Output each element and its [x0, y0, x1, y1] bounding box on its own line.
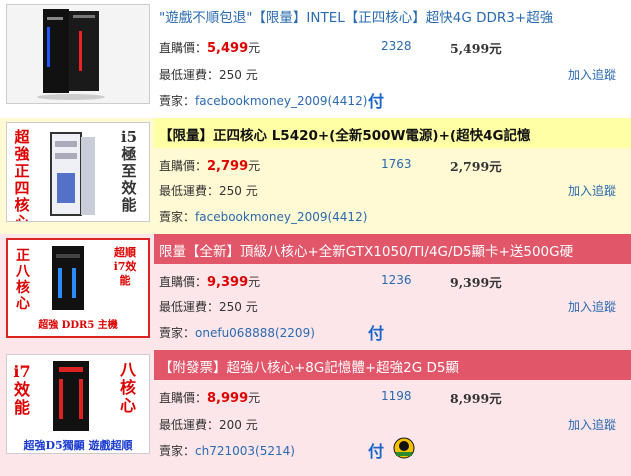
direct-price-label: 直購價：: [159, 391, 208, 405]
shipping-row: 最低運費：250 元: [159, 182, 258, 199]
thumb-right-text: i5極至效能: [120, 128, 138, 214]
shipping-label: 最低運費：: [159, 418, 220, 432]
payment-badge-icon: 付: [368, 324, 385, 343]
shipping-label: 最低運費：: [159, 184, 220, 198]
bid-count[interactable]: 1763: [381, 157, 412, 171]
product-thumbnail[interactable]: i7效能 八核心 超強D5獨顯 遊戲超順: [6, 354, 150, 454]
thumb-right-text: 八核心: [119, 360, 136, 415]
payment-badge-icon: 付: [368, 442, 385, 461]
add-track-link[interactable]: 加入追蹤: [568, 182, 616, 199]
price-value: 2,799: [207, 159, 249, 174]
price-row: 直購價：2,799元: [159, 157, 260, 174]
shipping-row: 最低運費：250 元: [159, 66, 258, 83]
pc-case-image: [37, 9, 105, 100]
seller-link[interactable]: facebookmoney_2009(4412): [195, 94, 367, 108]
shipping-row: 最低運費：250 元: [159, 298, 258, 315]
product-thumbnail[interactable]: 超強正四核心 i5極至效能: [6, 122, 150, 222]
listing-title[interactable]: 【附發票】超強八核心+8G記憶體+超強2G D5顯: [154, 350, 631, 380]
price-unit: 元: [248, 159, 261, 173]
thumb-bottom-text: 超強D5獨顯 遊戲超順: [23, 439, 133, 452]
product-thumbnail[interactable]: [6, 4, 150, 104]
price-row: 直購價：5,499元: [159, 39, 260, 56]
current-price: 2,799元: [450, 159, 502, 174]
thumb-bottom-text: 超強 DDR5 主機: [38, 320, 118, 331]
add-track-link[interactable]: 加入追蹤: [568, 298, 616, 315]
current-price: 9,399元: [450, 275, 502, 290]
bid-count[interactable]: 2328: [381, 39, 412, 53]
price-unit: 元: [248, 391, 261, 405]
listing-item: i7效能 八核心 超強D5獨顯 遊戲超順 【附發票】超強八核心+8G記憶體+超強…: [0, 350, 631, 476]
direct-price-label: 直購價：: [159, 275, 208, 289]
current-price: 8,999元: [450, 391, 502, 406]
direct-price-label: 直購價：: [159, 41, 208, 55]
direct-price-label: 直購價：: [159, 159, 208, 173]
seller-link[interactable]: onefu068888(2209): [195, 326, 315, 340]
seller-label: 賣家：: [159, 94, 196, 108]
shipping-label: 最低運費：: [159, 300, 220, 314]
add-track-link[interactable]: 加入追蹤: [568, 66, 616, 83]
shipping-value: 200 元: [219, 418, 258, 432]
current-price: 5,499元: [450, 41, 502, 56]
price-value: 9,399: [207, 275, 249, 290]
listing-item: 正八核心 超順i7效能 超強 DDR5 主機 限量【全新】頂級八核心+全新GTX…: [0, 234, 631, 350]
price-value: 5,499: [207, 41, 249, 56]
seller-row: 賣家：facebookmoney_2009(4412): [159, 92, 367, 109]
listing-title[interactable]: "遊戲不順包退"【限量】INTEL【正四核心】超快4G DDR3+超強: [154, 0, 631, 30]
seller-label: 賣家：: [159, 210, 196, 224]
seller-label: 賣家：: [159, 444, 196, 458]
shipping-value: 250 元: [219, 68, 258, 82]
shipping-row: 最低運費：200 元: [159, 416, 258, 433]
bid-count[interactable]: 1236: [381, 273, 412, 287]
seller-row: 賣家：onefu068888(2209): [159, 324, 315, 341]
price-value: 8,999: [207, 391, 249, 406]
price-unit: 元: [248, 275, 261, 289]
price-row: 直購價：9,399元: [159, 273, 260, 290]
product-thumbnail[interactable]: 正八核心 超順i7效能 超強 DDR5 主機: [6, 238, 150, 338]
listing-item: "遊戲不順包退"【限量】INTEL【正四核心】超快4G DDR3+超強 直購價：…: [0, 0, 631, 118]
seller-link[interactable]: facebookmoney_2009(4412): [195, 210, 367, 224]
add-track-link[interactable]: 加入追蹤: [568, 416, 616, 433]
seller-row: 賣家：facebookmoney_2009(4412): [159, 208, 367, 225]
bid-count[interactable]: 1198: [381, 389, 412, 403]
seller-link[interactable]: ch721003(5214): [195, 444, 295, 458]
shipping-value: 250 元: [219, 184, 258, 198]
payment-badge-icon: 付: [368, 92, 385, 111]
shipping-value: 250 元: [219, 300, 258, 314]
price-unit: 元: [248, 41, 261, 55]
listing-item: 超強正四核心 i5極至效能 【限量】正四核心 L5420+(全新500W電源)+…: [0, 118, 631, 234]
listing-title[interactable]: 限量【全新】頂級八核心+全新GTX1050/TI/4G/D5顯卡+送500G硬: [154, 234, 631, 264]
delivery-cat-icon: [393, 437, 415, 459]
listing-title[interactable]: 【限量】正四核心 L5420+(全新500W電源)+(超快4G記憶: [154, 118, 631, 148]
thumb-right-text: 超順i7效能: [113, 246, 137, 287]
shipping-label: 最低運費：: [159, 68, 220, 82]
seller-row: 賣家：ch721003(5214): [159, 442, 295, 459]
seller-label: 賣家：: [159, 326, 196, 340]
price-row: 直購價：8,999元: [159, 389, 260, 406]
